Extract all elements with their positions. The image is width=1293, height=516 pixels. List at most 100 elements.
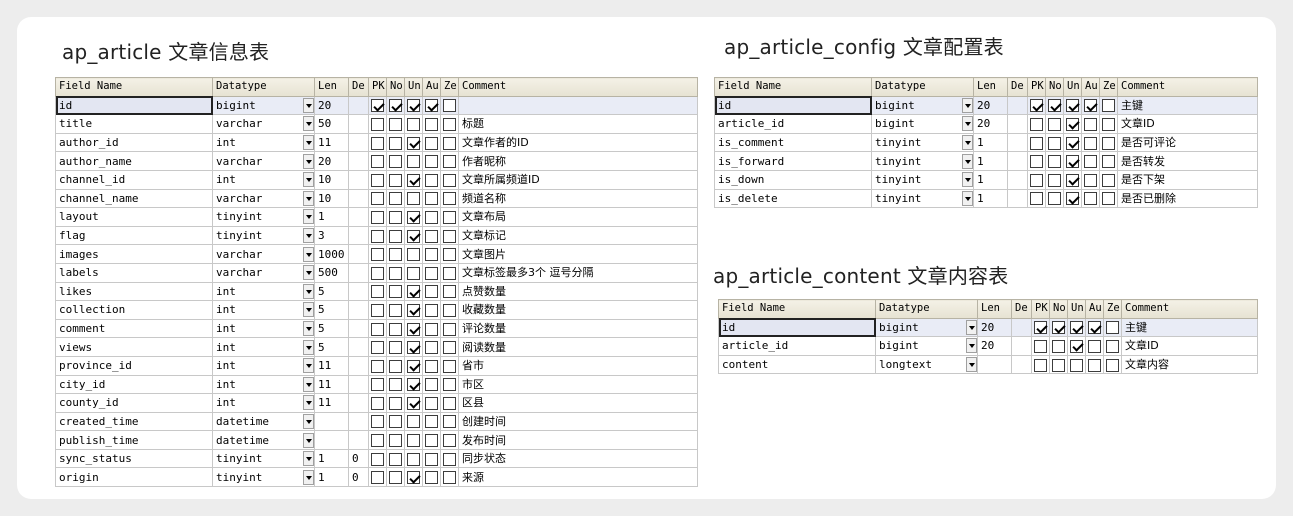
un-checkbox[interactable] bbox=[407, 155, 420, 169]
un-checkbox[interactable] bbox=[1066, 192, 1079, 206]
no-checkbox[interactable] bbox=[389, 471, 402, 485]
default-cell[interactable] bbox=[348, 300, 369, 320]
comment-cell[interactable]: 点赞数量 bbox=[458, 281, 698, 302]
field-name-cell[interactable]: flag bbox=[55, 225, 213, 246]
table-row[interactable]: article_id bigint 20 文章ID bbox=[718, 336, 1258, 356]
datatype-cell[interactable]: int bbox=[212, 281, 315, 302]
column-header[interactable]: Ze bbox=[1099, 77, 1118, 97]
pk-checkbox[interactable] bbox=[1030, 117, 1043, 131]
column-header[interactable]: Datatype bbox=[212, 77, 315, 97]
column-header[interactable]: PK bbox=[1027, 77, 1046, 97]
field-name-cell[interactable]: channel_id bbox=[55, 169, 213, 190]
datatype-cell[interactable]: tinyint bbox=[212, 207, 315, 227]
ze-checkbox[interactable] bbox=[443, 99, 456, 113]
ze-checkbox[interactable] bbox=[443, 303, 456, 317]
length-cell[interactable]: 5 bbox=[314, 281, 349, 302]
field-name-cell[interactable]: author_name bbox=[55, 151, 213, 171]
datatype-cell[interactable]: tinyint bbox=[871, 188, 974, 209]
length-cell[interactable]: 3 bbox=[314, 225, 349, 246]
au-checkbox[interactable] bbox=[1084, 136, 1097, 150]
au-checkbox[interactable] bbox=[425, 303, 438, 317]
pk-checkbox[interactable] bbox=[1030, 192, 1043, 206]
comment-cell[interactable]: 文章内容 bbox=[1121, 354, 1258, 375]
pk-checkbox[interactable] bbox=[371, 415, 384, 429]
chevron-down-icon[interactable] bbox=[303, 321, 314, 337]
pk-checkbox[interactable] bbox=[1030, 99, 1043, 113]
no-checkbox[interactable] bbox=[389, 229, 402, 243]
chevron-down-icon[interactable] bbox=[303, 413, 314, 429]
length-cell[interactable]: 1 bbox=[973, 132, 1008, 153]
un-checkbox[interactable] bbox=[407, 192, 420, 206]
comment-cell[interactable]: 标题 bbox=[458, 114, 698, 134]
table-row[interactable]: collection int 5 收藏数量 bbox=[55, 300, 698, 320]
length-cell[interactable]: 20 bbox=[314, 95, 349, 116]
length-cell[interactable]: 1 bbox=[314, 207, 349, 227]
field-name-cell[interactable]: sync_status bbox=[55, 448, 213, 469]
datatype-cell[interactable]: int bbox=[212, 355, 315, 376]
chevron-down-icon[interactable] bbox=[303, 265, 314, 281]
field-name-cell[interactable]: province_id bbox=[55, 355, 213, 376]
no-checkbox[interactable] bbox=[1048, 155, 1061, 169]
column-header[interactable]: No bbox=[1049, 299, 1068, 319]
chevron-down-icon[interactable] bbox=[303, 246, 314, 262]
no-checkbox[interactable] bbox=[389, 210, 402, 224]
au-checkbox[interactable] bbox=[1084, 155, 1097, 169]
un-checkbox[interactable] bbox=[407, 378, 420, 392]
field-name-cell[interactable]: channel_name bbox=[55, 188, 213, 209]
chevron-down-icon[interactable] bbox=[966, 357, 977, 373]
column-header[interactable]: Field Name bbox=[718, 299, 876, 319]
un-checkbox[interactable] bbox=[1070, 321, 1083, 335]
no-checkbox[interactable] bbox=[1048, 117, 1061, 131]
un-checkbox[interactable] bbox=[407, 434, 420, 448]
default-cell[interactable] bbox=[348, 355, 369, 376]
chevron-down-icon[interactable] bbox=[303, 283, 314, 299]
length-cell[interactable]: 1 bbox=[314, 467, 349, 488]
datatype-cell[interactable]: tinyint bbox=[212, 225, 315, 246]
column-header[interactable]: De bbox=[348, 77, 369, 97]
default-cell[interactable] bbox=[348, 430, 369, 450]
no-checkbox[interactable] bbox=[389, 434, 402, 448]
au-checkbox[interactable] bbox=[425, 210, 438, 224]
comment-cell[interactable]: 区县 bbox=[458, 393, 698, 413]
pk-checkbox[interactable] bbox=[371, 155, 384, 169]
no-checkbox[interactable] bbox=[1048, 173, 1061, 187]
no-checkbox[interactable] bbox=[389, 136, 402, 150]
table-row[interactable]: labels varchar 500 文章标签最多3个 逗号分隔 bbox=[55, 262, 698, 283]
ze-checkbox[interactable] bbox=[443, 266, 456, 280]
field-name-cell[interactable]: is_delete bbox=[714, 188, 872, 209]
length-cell[interactable]: 20 bbox=[977, 317, 1012, 338]
default-cell[interactable] bbox=[348, 374, 369, 395]
comment-cell[interactable]: 是否已删除 bbox=[1117, 188, 1258, 209]
field-name-cell[interactable]: labels bbox=[55, 262, 213, 283]
column-header[interactable]: Un bbox=[1067, 299, 1086, 319]
un-checkbox[interactable] bbox=[1066, 117, 1079, 131]
datatype-cell[interactable]: datetime bbox=[212, 411, 315, 432]
table-row[interactable]: id bigint 20 bbox=[55, 95, 698, 116]
chevron-down-icon[interactable] bbox=[303, 116, 314, 132]
datatype-cell[interactable]: varchar bbox=[212, 151, 315, 171]
datatype-cell[interactable]: int bbox=[212, 318, 315, 339]
au-checkbox[interactable] bbox=[1084, 99, 1097, 113]
un-checkbox[interactable] bbox=[1066, 173, 1079, 187]
chevron-down-icon[interactable] bbox=[962, 190, 973, 206]
table-row[interactable]: channel_name varchar 10 频道名称 bbox=[55, 188, 698, 209]
no-checkbox[interactable] bbox=[1048, 136, 1061, 150]
no-checkbox[interactable] bbox=[389, 117, 402, 131]
field-name-cell[interactable]: article_id bbox=[714, 114, 872, 134]
length-cell[interactable]: 10 bbox=[314, 188, 349, 209]
length-cell[interactable]: 1 bbox=[314, 448, 349, 469]
table-row[interactable]: id bigint 20 主键 bbox=[718, 317, 1258, 338]
un-checkbox[interactable] bbox=[407, 266, 420, 280]
column-header[interactable]: Len bbox=[973, 77, 1008, 97]
pk-checkbox[interactable] bbox=[371, 359, 384, 373]
comment-cell[interactable]: 省市 bbox=[458, 355, 698, 376]
no-checkbox[interactable] bbox=[389, 322, 402, 336]
default-cell[interactable] bbox=[348, 95, 369, 116]
au-checkbox[interactable] bbox=[1084, 117, 1097, 131]
datatype-cell[interactable]: int bbox=[212, 337, 315, 357]
length-cell[interactable]: 11 bbox=[314, 355, 349, 376]
field-name-cell[interactable]: is_forward bbox=[714, 151, 872, 171]
default-cell[interactable] bbox=[348, 188, 369, 209]
comment-cell[interactable]: 是否可评论 bbox=[1117, 132, 1258, 153]
datatype-cell[interactable]: tinyint bbox=[212, 448, 315, 469]
